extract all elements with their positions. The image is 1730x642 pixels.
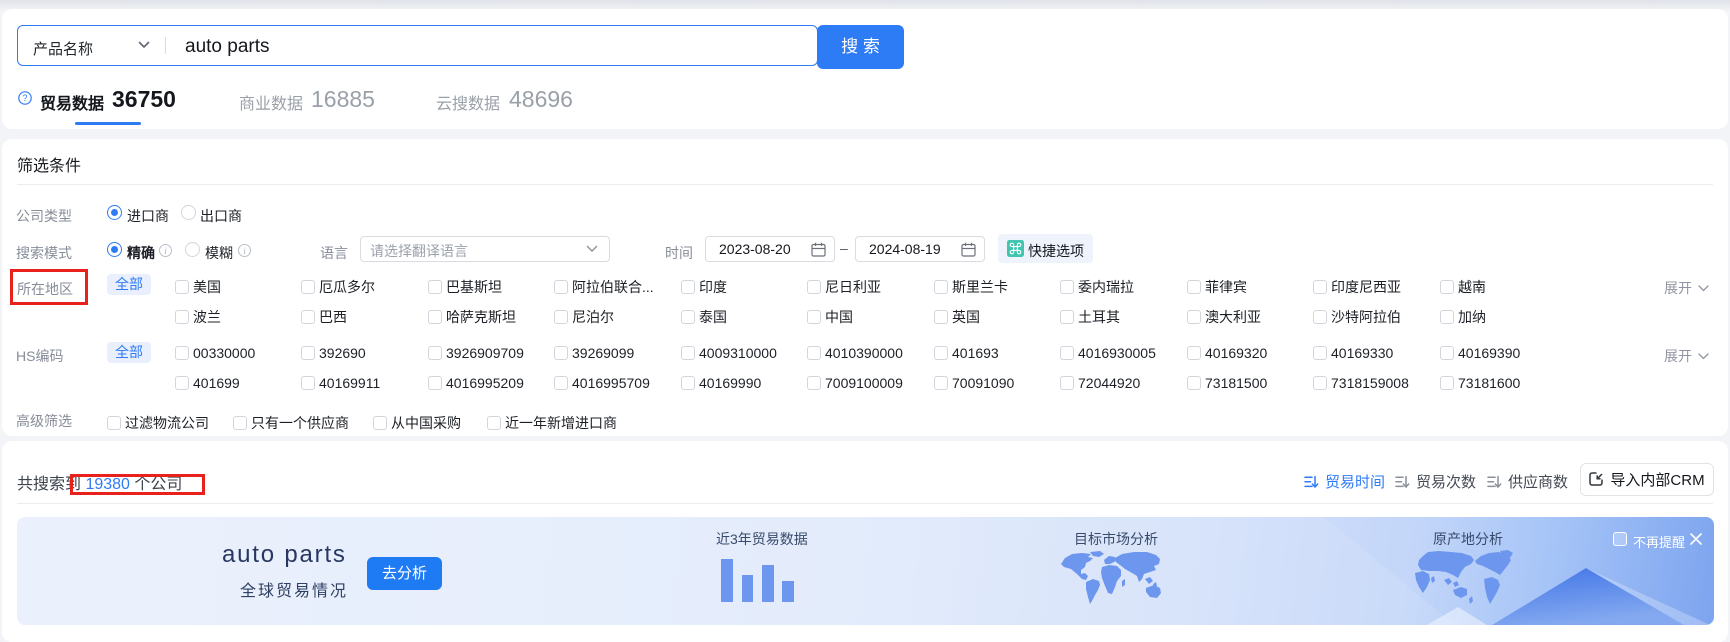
svg-text:?: ? — [22, 93, 27, 103]
